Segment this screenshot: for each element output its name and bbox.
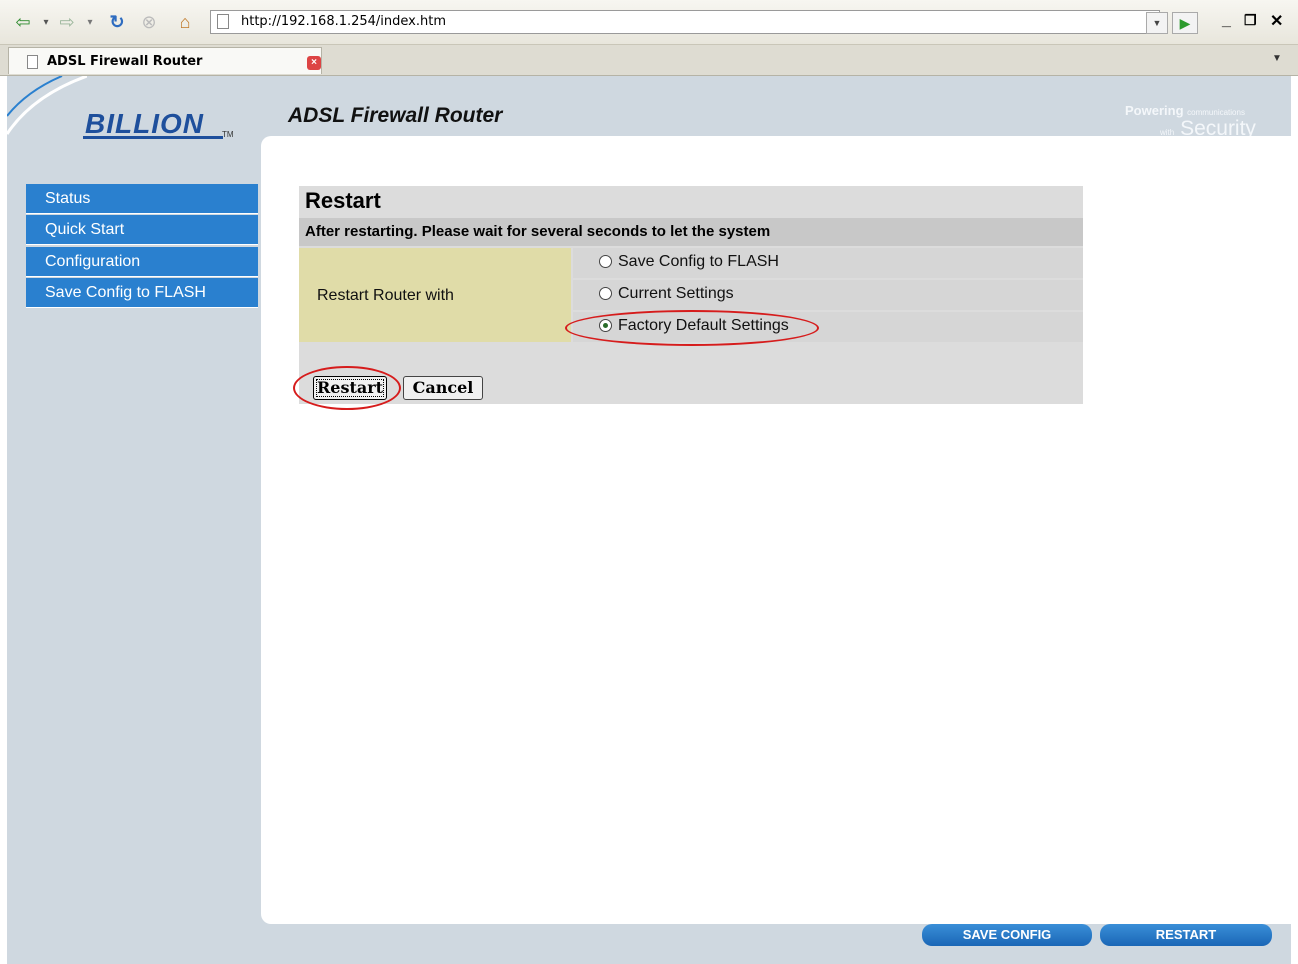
url-dropdown-icon[interactable]: ▼ — [1146, 12, 1168, 34]
sidebar-item-configuration[interactable]: Configuration — [26, 247, 258, 277]
go-icon[interactable]: ▶ — [1172, 12, 1198, 34]
tab-list-icon[interactable]: ▼ — [1272, 53, 1282, 64]
back-arrow-icon[interactable]: ⇦ — [10, 10, 36, 34]
panel-title: Restart — [305, 188, 381, 213]
tab-close-icon[interactable]: × — [307, 56, 321, 70]
tab-strip: ADSL Firewall Router × — [0, 45, 1298, 76]
back-dropdown-icon[interactable]: ▾ — [40, 10, 52, 34]
option-label: Current Settings — [618, 285, 734, 302]
forward-arrow-icon[interactable]: ⇨ — [54, 10, 80, 34]
restore-icon[interactable]: ❐ — [1244, 12, 1257, 29]
url-text: http://192.168.1.254/index.htm — [241, 14, 447, 29]
router-page: BILLION TM ADSL Firewall Router Powering… — [7, 76, 1291, 964]
option-save-config[interactable]: Save Config to FLASH — [573, 248, 1083, 278]
slogan-top: Powering communications — [1125, 103, 1245, 118]
home-icon[interactable]: ⌂ — [172, 10, 198, 34]
sidebar-item-save-config[interactable]: Save Config to FLASH — [26, 278, 258, 308]
tab-adsl-router[interactable]: ADSL Firewall Router × — [8, 47, 322, 74]
radio-save-config[interactable] — [599, 255, 612, 268]
restart-panel: Restart After restarting. Please wait fo… — [293, 186, 1083, 410]
slogan-powering: Powering — [1125, 103, 1184, 118]
cancel-button[interactable]: Cancel — [403, 376, 483, 400]
sidebar-item-quick-start[interactable]: Quick Start — [26, 215, 258, 245]
option-label: Save Config to FLASH — [618, 253, 779, 270]
save-config-button[interactable]: SAVE CONFIG — [922, 924, 1092, 946]
page-header-title: ADSL Firewall Router — [288, 104, 503, 127]
minimize-icon[interactable]: _ — [1222, 12, 1231, 30]
browser-toolbar: ⇦ ▾ ⇨ ▾ ↻ ⊗ ⌂ http://192.168.1.254/index… — [0, 0, 1298, 45]
reload-icon[interactable]: ↻ — [104, 10, 130, 34]
annotation-ellipse-restart — [293, 366, 401, 410]
forward-dropdown-icon[interactable]: ▾ — [84, 10, 96, 34]
close-icon[interactable]: ✕ — [1270, 11, 1283, 31]
sidebar-item-status[interactable]: Status — [26, 184, 258, 214]
logo-swoosh — [7, 76, 87, 135]
radio-current-settings[interactable] — [599, 287, 612, 300]
logo-underline — [83, 136, 223, 139]
page-icon — [27, 55, 38, 69]
tab-title: ADSL Firewall Router — [47, 54, 203, 69]
restart-footer-button[interactable]: RESTART — [1100, 924, 1272, 946]
address-bar[interactable]: http://192.168.1.254/index.htm — [210, 10, 1160, 34]
restart-router-label: Restart Router with — [317, 287, 454, 304]
restart-message: After restarting. Please wait for severa… — [305, 223, 771, 240]
option-current-settings[interactable]: Current Settings — [573, 280, 1083, 310]
stop-icon[interactable]: ⊗ — [136, 10, 162, 34]
logo-trademark: TM — [222, 130, 234, 139]
page-icon — [217, 14, 229, 29]
annotation-ellipse-factory — [565, 310, 819, 346]
slogan-communications: communications — [1187, 108, 1245, 117]
